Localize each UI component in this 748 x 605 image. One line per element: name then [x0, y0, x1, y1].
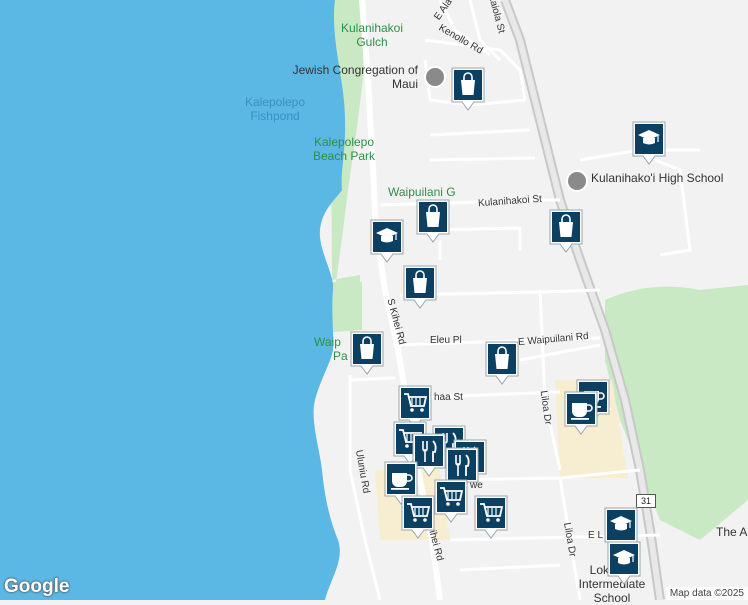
shopping-marker[interactable] — [415, 198, 451, 244]
waipuilani-park — [330, 282, 362, 332]
waip-park-label-2: Pa — [333, 349, 348, 363]
shopping-marker[interactable] — [450, 66, 486, 112]
school-marker[interactable] — [369, 218, 405, 264]
shopping-marker[interactable] — [349, 330, 385, 376]
shopping-marker[interactable] — [484, 340, 520, 386]
map-attribution[interactable]: Map data ©2025 — [665, 587, 748, 600]
route-31-shield: 31 — [636, 494, 656, 508]
high-school-label: Kulanihako'i High School — [591, 171, 724, 185]
grocery-marker[interactable] — [473, 494, 509, 540]
synagogue-icon — [424, 66, 446, 88]
ohaa-street-label: haa St — [434, 392, 463, 403]
google-logo[interactable]: Google — [4, 576, 69, 598]
school-icon — [566, 170, 588, 192]
eleu-place-label: Eleu Pl — [430, 335, 462, 346]
waip-park-label: Waip — [314, 335, 341, 349]
fishpond-label: Kalepolepo Fishpond — [244, 95, 306, 123]
cafe-marker[interactable] — [563, 390, 599, 436]
school-marker[interactable] — [631, 120, 667, 166]
jewish-congregation-label: Jewish Congregation of Maui — [292, 63, 418, 91]
shopping-marker[interactable] — [402, 264, 438, 310]
shopping-marker[interactable] — [548, 208, 584, 254]
grocery-marker[interactable] — [433, 478, 469, 524]
beach-park-label: Kalepolepo Beach Park — [312, 135, 376, 163]
e-l-street-label: E L — [588, 530, 604, 541]
the-a-label: The A — [716, 525, 748, 539]
school-marker[interactable] — [606, 540, 642, 586]
grocery-marker[interactable] — [400, 494, 436, 540]
gulch-label: Kulanihakoi Gulch — [340, 21, 404, 49]
